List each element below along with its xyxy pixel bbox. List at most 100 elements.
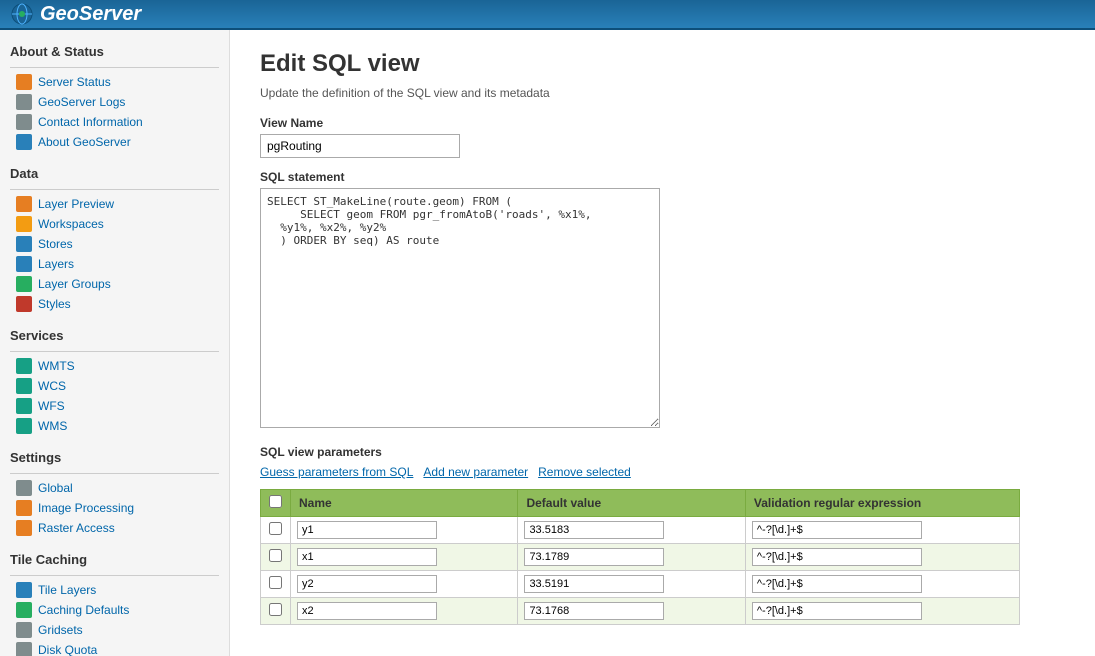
params-table: Name Default value Validation regular ex… [260,489,1020,625]
table-header-validation: Validation regular expression [745,490,1019,517]
logo: GeoServer [10,2,141,26]
layer-groups-icon [16,276,32,292]
sidebar: About & Status Server Status GeoServer L… [0,30,230,656]
layer-preview-icon [16,196,32,212]
view-name-label: View Name [260,116,1065,130]
sidebar-section-settings: Settings [0,442,229,469]
sidebar-label-caching-defaults: Caching Defaults [38,603,129,617]
sidebar-label-layer-groups: Layer Groups [38,277,111,291]
tile-layers-icon [16,582,32,598]
sidebar-item-layer-preview[interactable]: Layer Preview [0,194,229,214]
sidebar-label-image-processing: Image Processing [38,501,134,515]
sidebar-label-layer-preview: Layer Preview [38,197,114,211]
workspaces-icon [16,216,32,232]
sidebar-item-wms[interactable]: WMS [0,416,229,436]
row-validation-cell-3 [745,598,1019,625]
remove-selected-link[interactable]: Remove selected [538,465,631,479]
row-name-cell-0 [291,517,518,544]
row-validation-input-0[interactable] [752,521,922,539]
row-checkbox-cell-3 [261,598,291,625]
sidebar-item-wmts[interactable]: WMTS [0,356,229,376]
row-name-input-1[interactable] [297,548,437,566]
contact-icon [16,114,32,130]
sidebar-item-image-processing[interactable]: Image Processing [0,498,229,518]
row-checkbox-1[interactable] [269,549,282,562]
wcs-icon [16,378,32,394]
sidebar-label-wcs: WCS [38,379,66,393]
sidebar-item-wfs[interactable]: WFS [0,396,229,416]
raster-access-icon [16,520,32,536]
sidebar-item-tile-layers[interactable]: Tile Layers [0,580,229,600]
row-default-input-2[interactable] [524,575,664,593]
add-param-link[interactable]: Add new parameter [423,465,528,479]
styles-icon [16,296,32,312]
sidebar-item-global[interactable]: Global [0,478,229,498]
sidebar-label-contact-information: Contact Information [38,115,143,129]
table-header-default: Default value [518,490,745,517]
row-default-cell-2 [518,571,745,598]
wms-icon [16,418,32,434]
row-checkbox-0[interactable] [269,522,282,535]
row-validation-input-2[interactable] [752,575,922,593]
sidebar-item-geoserver-logs[interactable]: GeoServer Logs [0,92,229,112]
sql-statement-label: SQL statement [260,170,1065,184]
row-default-cell-3 [518,598,745,625]
row-name-input-3[interactable] [297,602,437,620]
row-checkbox-cell-0 [261,517,291,544]
row-checkbox-2[interactable] [269,576,282,589]
guess-params-link[interactable]: Guess parameters from SQL [260,465,413,479]
select-all-checkbox[interactable] [269,495,282,508]
table-row [261,571,1020,598]
row-name-cell-3 [291,598,518,625]
page-subtitle: Update the definition of the SQL view an… [260,86,1065,100]
row-validation-input-3[interactable] [752,602,922,620]
row-name-input-2[interactable] [297,575,437,593]
row-default-cell-1 [518,544,745,571]
disk-quota-icon [16,642,32,656]
sidebar-item-disk-quota[interactable]: Disk Quota [0,640,229,656]
sidebar-item-layers[interactable]: Layers [0,254,229,274]
page-layout: About & Status Server Status GeoServer L… [0,30,1095,656]
sidebar-item-about-geoserver[interactable]: About GeoServer [0,132,229,152]
sidebar-item-styles[interactable]: Styles [0,294,229,314]
global-icon [16,480,32,496]
sidebar-label-wms: WMS [38,419,67,433]
wmts-icon [16,358,32,374]
sidebar-item-wcs[interactable]: WCS [0,376,229,396]
row-default-input-1[interactable] [524,548,664,566]
sidebar-item-contact-information[interactable]: Contact Information [0,112,229,132]
sidebar-label-disk-quota: Disk Quota [38,643,97,656]
sidebar-item-stores[interactable]: Stores [0,234,229,254]
sidebar-label-raster-access: Raster Access [38,521,115,535]
row-validation-cell-1 [745,544,1019,571]
sidebar-section-about: About & Status [0,36,229,63]
sidebar-item-gridsets[interactable]: Gridsets [0,620,229,640]
row-name-cell-1 [291,544,518,571]
view-name-input[interactable] [260,134,460,158]
logo-icon [10,2,34,26]
sql-statement-textarea[interactable] [260,188,660,428]
sidebar-label-about-geoserver: About GeoServer [38,135,131,149]
row-validation-cell-0 [745,517,1019,544]
sidebar-item-workspaces[interactable]: Workspaces [0,214,229,234]
sidebar-section-data: Data [0,158,229,185]
table-header-checkbox [261,490,291,517]
row-name-cell-2 [291,571,518,598]
sidebar-item-caching-defaults[interactable]: Caching Defaults [0,600,229,620]
sidebar-item-layer-groups[interactable]: Layer Groups [0,274,229,294]
sidebar-item-raster-access[interactable]: Raster Access [0,518,229,538]
sidebar-item-server-status[interactable]: Server Status [0,72,229,92]
gridsets-icon [16,622,32,638]
main-content: Edit SQL view Update the definition of t… [230,30,1095,656]
sidebar-label-workspaces: Workspaces [38,217,104,231]
sidebar-label-geoserver-logs: GeoServer Logs [38,95,125,109]
row-validation-input-1[interactable] [752,548,922,566]
row-checkbox-3[interactable] [269,603,282,616]
image-processing-icon [16,500,32,516]
sidebar-label-stores: Stores [38,237,73,251]
row-default-input-0[interactable] [524,521,664,539]
row-default-input-3[interactable] [524,602,664,620]
sql-params-title: SQL view parameters [260,445,1065,459]
row-name-input-0[interactable] [297,521,437,539]
server-status-icon [16,74,32,90]
